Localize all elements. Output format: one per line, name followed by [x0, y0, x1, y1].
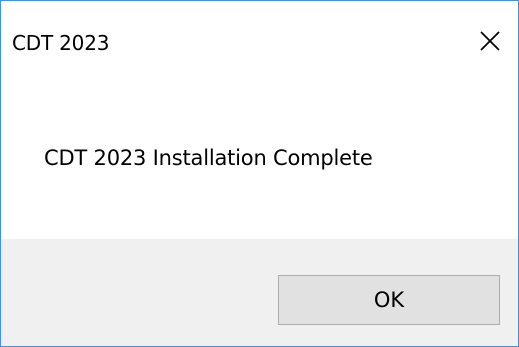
- dialog-button-area: OK: [1, 239, 518, 346]
- close-icon: [479, 30, 501, 52]
- ok-button[interactable]: OK: [278, 275, 500, 325]
- dialog-title-bar[interactable]: CDT 2023: [1, 1, 518, 71]
- dialog-content: CDT 2023 Installation Complete: [1, 71, 518, 239]
- dialog-message: CDT 2023 Installation Complete: [44, 146, 373, 170]
- dialog-title: CDT 2023: [12, 31, 110, 55]
- installation-complete-dialog: CDT 2023 CDT 2023 Installation Complete …: [0, 0, 519, 347]
- close-button[interactable]: [476, 27, 504, 55]
